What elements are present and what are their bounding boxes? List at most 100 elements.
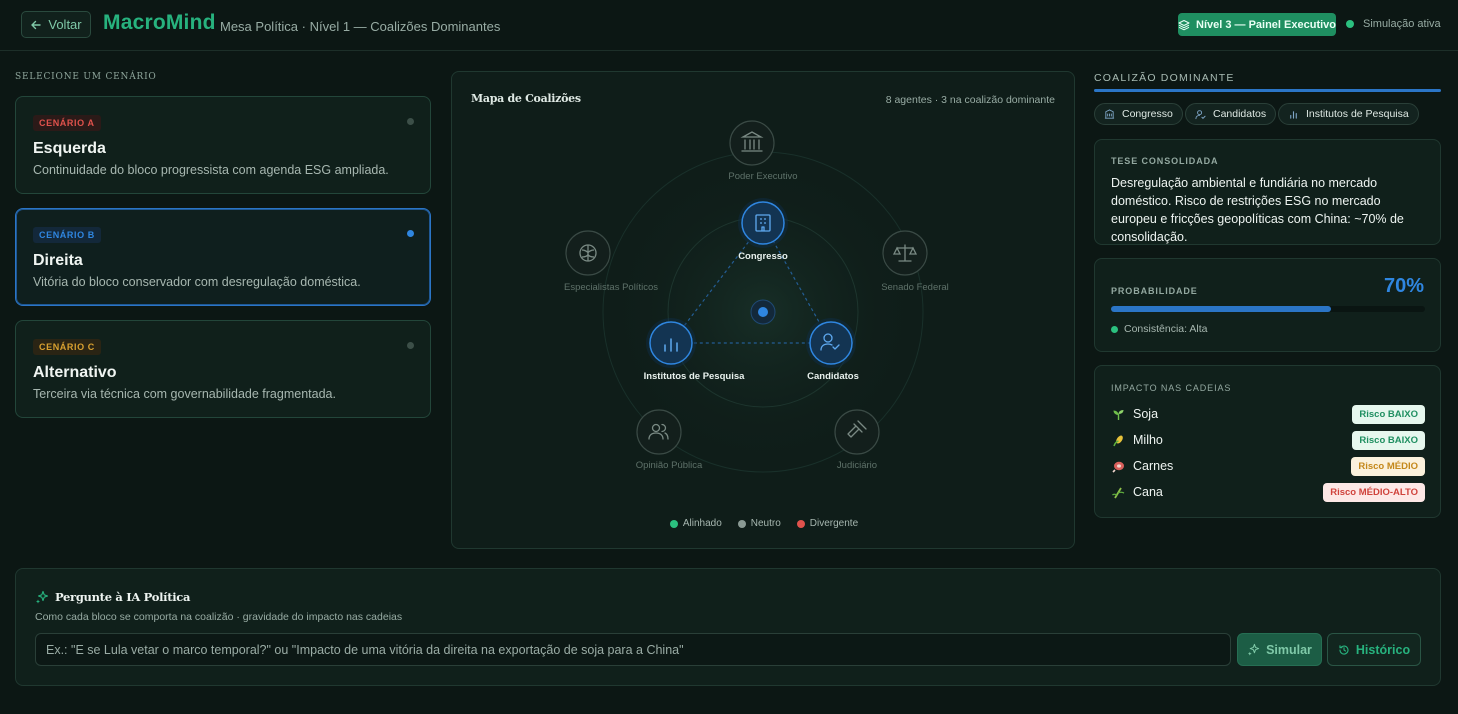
simulation-status: Simulação ativa xyxy=(1346,18,1441,30)
thesis-label: TESE CONSOLIDADA xyxy=(1111,156,1219,166)
ai-title-label: Pergunte à IA Política xyxy=(55,590,191,604)
cane-icon xyxy=(1111,485,1125,499)
risk-badge: Risco MÉDIO-ALTO xyxy=(1323,482,1425,502)
coalition-accent-bar xyxy=(1094,89,1441,92)
scenario-name: Direita xyxy=(33,252,83,269)
scenario-card-a[interactable]: CENÁRIO A Esquerda Continuidade do bloco… xyxy=(15,96,431,194)
back-button-label: Voltar xyxy=(48,17,82,32)
scenario-description: Vitória do bloco conservador com desregu… xyxy=(33,275,361,289)
thesis-text: Desregulação ambiental e fundiária no me… xyxy=(1111,176,1404,244)
node-label-candidatos: Candidatos xyxy=(807,371,859,382)
consistency-indicator: Consistência: Alta xyxy=(1111,323,1207,335)
chip-candidatos[interactable]: Candidatos xyxy=(1185,103,1277,125)
history-button[interactable]: Histórico xyxy=(1327,633,1421,666)
top-bar: Voltar MacroMind Mesa Política · Nível 1… xyxy=(0,0,1458,51)
chain-row-milho: Milho Risco BAIXO xyxy=(1111,430,1425,450)
scenario-tag: CENÁRIO A xyxy=(33,115,101,131)
node-label-especialistas: Especialistas Políticos xyxy=(564,282,658,293)
legend-item: Alinhado xyxy=(669,518,722,529)
bar-chart-icon xyxy=(1290,110,1297,119)
chip-institutos[interactable]: Institutos de Pesquisa xyxy=(1278,103,1419,125)
chip-label: Institutos de Pesquisa xyxy=(1306,108,1409,120)
node-especialistas[interactable] xyxy=(565,230,611,276)
legend-item: Divergente xyxy=(796,518,859,529)
node-executivo[interactable] xyxy=(729,120,775,166)
node-candidatos[interactable] xyxy=(806,318,856,368)
thesis-card: TESE CONSOLIDADA Desregulação ambiental … xyxy=(1094,139,1441,245)
probability-value: 70% xyxy=(1383,275,1424,297)
node-label-congresso: Congresso xyxy=(738,251,788,262)
consistency-label: Consistência: Alta xyxy=(1124,323,1208,335)
risk-badge: Risco MÉDIO xyxy=(1351,456,1425,476)
probability-bar-fill xyxy=(1111,306,1331,312)
scenarios-title: Selecione um cenário xyxy=(15,72,157,82)
scenario-card-c[interactable]: CENÁRIO C Alternativo Terceira via técni… xyxy=(15,320,431,418)
legend-label: Alinhado xyxy=(682,518,722,529)
coalition-title: COALIZÃO DOMINANTE xyxy=(1094,72,1235,84)
chain-name: Soja xyxy=(1133,407,1159,421)
chip-congresso[interactable]: Congresso xyxy=(1094,103,1183,125)
legend-item: Neutro xyxy=(737,518,781,529)
scenario-description: Continuidade do bloco progressista com a… xyxy=(33,163,389,177)
node-label-judiciario: Judiciário xyxy=(836,460,878,471)
sparkles-icon xyxy=(36,590,49,604)
node-congresso[interactable] xyxy=(738,198,788,248)
legend-label: Divergente xyxy=(809,518,859,529)
brand-logo: MacroMind xyxy=(103,11,216,34)
sprout-icon xyxy=(1111,407,1125,421)
scenario-indicator xyxy=(407,230,414,237)
simulate-button-label: Simular xyxy=(1266,642,1312,657)
level-badge[interactable]: Nível 3 — Painel Executivo xyxy=(1178,13,1336,36)
ai-question-input[interactable] xyxy=(35,633,1231,666)
scenario-indicator xyxy=(407,118,414,125)
scenario-indicator xyxy=(407,342,414,349)
history-button-label: Histórico xyxy=(1355,642,1411,657)
node-opiniao[interactable] xyxy=(636,409,682,455)
breadcrumb: Mesa Política · Nível 1 — Coalizões Domi… xyxy=(220,19,501,34)
scenario-tag: CENÁRIO B xyxy=(33,227,101,243)
meat-icon xyxy=(1111,459,1125,473)
level-badge-label: Nível 3 — Painel Executivo xyxy=(1196,18,1337,31)
node-senado[interactable] xyxy=(882,230,928,276)
node-label-opiniao: Opinião Pública xyxy=(635,460,703,471)
legend-swatch xyxy=(796,519,805,528)
scenario-name: Esquerda xyxy=(33,140,106,157)
probability-card: PROBABILIDADE 70% Consistência: Alta xyxy=(1094,258,1441,352)
chain-row-cana: Cana Risco MÉDIO-ALTO xyxy=(1111,482,1425,502)
map-legend: Alinhado Neutro Divergente xyxy=(452,518,1076,529)
impact-label: IMPACTO NAS CADEIAS xyxy=(1111,383,1232,393)
layers-icon xyxy=(1178,19,1190,30)
coalition-map: Mapa de Coalizões 8 agentes · 3 na coali… xyxy=(451,71,1075,549)
scenario-card-b[interactable]: CENÁRIO B Direita Vitória do bloco conse… xyxy=(15,208,431,306)
chain-row-soja: Soja Risco BAIXO xyxy=(1111,404,1425,424)
chain-name: Cana xyxy=(1133,485,1163,499)
chip-label: Candidatos xyxy=(1213,108,1267,120)
back-button[interactable]: Voltar xyxy=(21,11,91,38)
node-judiciario[interactable] xyxy=(834,409,880,455)
risk-badge: Risco BAIXO xyxy=(1352,404,1425,424)
risk-badge: Risco BAIXO xyxy=(1352,430,1425,450)
legend-label: Neutro xyxy=(750,518,781,529)
node-label-institutos: Institutos de Pesquisa xyxy=(643,371,745,382)
corn-icon xyxy=(1111,433,1125,447)
node-label-senado: Senado Federal xyxy=(881,282,949,293)
history-icon xyxy=(1339,644,1349,655)
status-dot xyxy=(1111,325,1118,333)
impact-card: IMPACTO NAS CADEIAS Soja Risco BAIXO Mil… xyxy=(1094,365,1441,518)
chain-name: Carnes xyxy=(1133,459,1174,473)
building-icon xyxy=(1104,108,1115,119)
chain-row-carnes: Carnes Risco MÉDIO xyxy=(1111,456,1425,476)
probability-bar xyxy=(1111,306,1425,312)
node-label-executivo: Poder Executivo xyxy=(728,171,798,182)
node-institutos[interactable] xyxy=(646,318,696,368)
coalition-graph xyxy=(565,120,928,473)
chip-label: Congresso xyxy=(1122,108,1173,120)
simulate-button[interactable]: Simular xyxy=(1237,633,1322,666)
scenario-description: Terceira via técnica com governabilidade… xyxy=(33,387,336,401)
sparkles-icon xyxy=(1247,643,1260,656)
ai-panel: Pergunte à IA Política Como cada bloco s… xyxy=(15,568,1441,686)
legend-swatch xyxy=(737,519,746,528)
user-check-icon xyxy=(1195,109,1206,119)
center-dot xyxy=(758,307,768,317)
ai-title: Pergunte à IA Política xyxy=(35,590,190,604)
